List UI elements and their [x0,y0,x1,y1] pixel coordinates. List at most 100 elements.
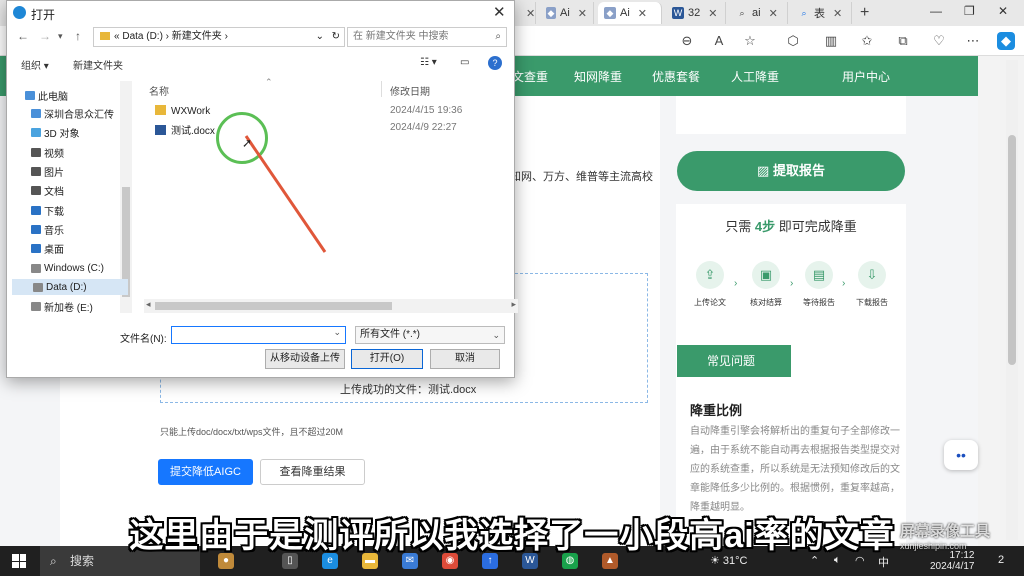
close-icon[interactable]: ✕ [638,7,647,20]
submit-aigc-button[interactable]: 提交降低AIGC [158,459,253,485]
collections-icon[interactable]: ⧉ [894,32,912,50]
tree-item[interactable]: 桌面 [31,240,64,256]
nav-item-user-center[interactable]: 用户中心 [842,68,890,85]
tree-item[interactable]: 新加卷 (E:) [31,298,93,314]
close-icon[interactable]: ✕ [833,7,842,20]
tree-item-label: 图片 [44,167,64,179]
step-label: 下载报告 [856,298,888,307]
close-icon[interactable]: ✕ [526,7,535,20]
maximize-button[interactable]: ❐ [964,4,975,18]
chevron-right-icon: › [842,278,846,289]
tree-item-label: Data (D:) [46,281,87,293]
tab-2[interactable]: W 32 ✕ [666,2,726,24]
copilot-icon[interactable]: ◆ [997,32,1015,50]
folder-icon [155,105,166,115]
close-icon[interactable]: ✕ [708,7,717,20]
column-date[interactable]: 修改日期 [390,83,430,98]
hscroll-thumb[interactable] [155,302,392,310]
page-scrollbar-thumb[interactable] [1008,135,1016,365]
organize-button[interactable]: 组织 ▾ [21,57,49,72]
nav-item-packages[interactable]: 优惠套餐 [652,68,700,85]
performance-icon[interactable]: ♡ [930,32,948,50]
help-icon[interactable]: ? [488,56,502,70]
chevron-down-icon[interactable]: ⌄ [333,327,341,338]
dialog-search-input[interactable]: 在 新建文件夹 中搜索 ⌕ [347,27,507,47]
close-icon[interactable]: ✕ [578,7,587,20]
chevron-left-icon[interactable]: ◂ [146,299,151,310]
tree-item[interactable]: 音乐 [31,221,64,237]
chat-assistant-icon[interactable]: •• [944,440,978,470]
file-row-docx[interactable]: 测试.docx [155,122,215,137]
tree-item-label: 文档 [44,186,64,198]
close-window-button[interactable]: ✕ [998,4,1008,18]
cancel-button[interactable]: 取消 [430,349,500,369]
chevron-right-icon: › [734,278,738,289]
minimize-button[interactable]: — [930,4,942,18]
preview-pane-icon[interactable]: ▭ [460,57,469,68]
chevron-down-icon[interactable]: ▾ [58,31,63,42]
favorite-star-icon[interactable]: ☆ [741,32,759,50]
steps-title-num: 4步 [754,219,776,234]
tree-item[interactable]: 视频 [31,144,64,160]
watermark: 屏幕录像工具 xunjieshipin.com [900,520,990,551]
tree-item[interactable]: Data (D:) [12,279,128,295]
tab-partial[interactable]: ✕ [516,2,536,24]
breadcrumb-folder[interactable]: 新建文件夹 [172,31,222,42]
drive-folder-icon [31,166,41,176]
tab-label: 32 [688,7,701,19]
favorites-icon[interactable]: ✩ [858,32,876,50]
dialog-close-icon[interactable]: ✕ [493,3,506,21]
nav-item-cnki-reduce[interactable]: 知网降重 [574,68,622,85]
filetype-select[interactable]: 所有文件 (*.*) ⌄ [355,326,505,344]
tree-item[interactable]: 深圳合思众汇传 [31,105,114,121]
new-folder-button[interactable]: 新建文件夹 [73,57,123,72]
chevron-right-icon[interactable]: ▸ [511,299,516,310]
tab-4[interactable]: ⌕ 表 ✕ [792,2,852,24]
chevron-down-icon[interactable]: ⌄ [316,28,324,46]
refresh-icon[interactable]: ↻ [332,28,340,46]
doc-icon: ◆ [546,7,556,19]
file-row-folder[interactable]: WXWork [155,105,210,117]
tab-3[interactable]: ⌕ ai ✕ [730,2,788,24]
column-name[interactable]: 名称 [149,83,169,98]
drive-folder-icon [31,185,41,195]
watermark-title: 屏幕录像工具 [900,523,991,540]
sort-arrow-icon: ⌃ [265,77,273,87]
open-button[interactable]: 打开(O) [351,349,423,369]
tab-1-active[interactable]: ◆ Ai ✕ [598,2,662,24]
tab-0[interactable]: ◆ Ai ✕ [540,2,594,24]
tree-item[interactable]: 图片 [31,163,64,179]
faq-tab[interactable]: 常见问题 [677,345,791,377]
drive-folder-icon [33,282,43,292]
tree-item[interactable]: 3D 对象 [31,124,80,140]
wallet-icon: ▣ [752,261,780,289]
extensions-icon[interactable]: ⬡ [784,32,802,50]
upload-from-mobile-button[interactable]: 从移动设备上传 [265,349,345,369]
view-result-button[interactable]: 查看降重结果 [260,459,365,485]
dialog-navbar: ← → ▾ ↑ « Data (D:) › 新建文件夹 › ⌄ ↻ 在 新建文件… [7,25,514,49]
chart-icon: ▨ [757,163,773,178]
filename-input[interactable]: ⌄ [171,326,346,344]
split-screen-icon[interactable]: ▥ [822,32,840,50]
close-icon[interactable]: ✕ [769,7,778,20]
tree-item[interactable]: 此电脑 [25,87,68,103]
view-options-icon[interactable]: ☷ ▾ [420,57,437,68]
read-aloud-icon[interactable]: A [710,32,728,50]
tree-item[interactable]: 下载 [31,202,64,218]
forward-arrow-icon[interactable]: → [39,29,51,43]
new-tab-button[interactable]: + [860,4,869,22]
nav-item-manual[interactable]: 人工降重 [731,68,779,85]
up-arrow-icon[interactable]: ↑ [75,29,81,43]
more-icon[interactable]: ⋯ [964,32,982,50]
extract-report-button[interactable]: ▨ 提取报告 [677,151,905,191]
tree-item[interactable]: Windows (C:) [31,260,104,276]
search-placeholder: 在 新建文件夹 中搜索 [353,31,449,42]
breadcrumb-drive[interactable]: Data (D:) [122,31,163,42]
tree-item[interactable]: 文档 [31,182,64,198]
address-bar[interactable]: « Data (D:) › 新建文件夹 › ⌄ ↻ [93,27,345,47]
back-arrow-icon[interactable]: ← [17,29,29,43]
nav-item-check[interactable]: 文查重 [512,68,548,85]
zoom-icon[interactable]: ⊖ [678,32,696,50]
search-icon: ⌕ [495,31,501,42]
tree-item-label: Windows (C:) [44,262,105,274]
